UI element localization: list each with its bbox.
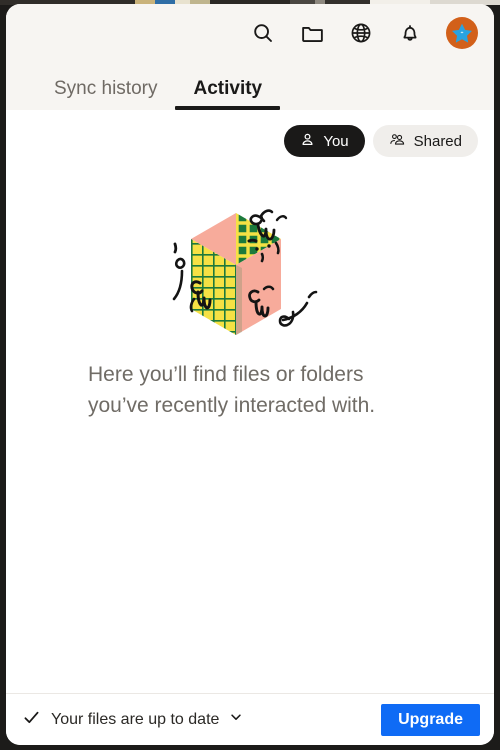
filter-pill-you[interactable]: You: [284, 125, 365, 157]
filter-pill-shared[interactable]: Shared: [372, 125, 478, 157]
check-icon: [22, 708, 41, 732]
tab-sync-history[interactable]: Sync history: [36, 79, 175, 110]
folder-icon[interactable]: [299, 20, 325, 46]
toolbar: [6, 4, 494, 62]
sync-status-button[interactable]: Your files are up to date: [22, 708, 243, 732]
filter-pill-shared-label: Shared: [413, 132, 462, 150]
person-icon: [300, 132, 315, 151]
star-icon: [452, 23, 472, 43]
empty-state: Here you’ll find files or folders you’ve…: [6, 157, 494, 693]
empty-state-message: Here you’ll find files or folders you’ve…: [88, 363, 376, 418]
tab-activity-label: Activity: [193, 78, 263, 99]
status-bar: Your files are up to date Upgrade: [6, 693, 494, 745]
bell-icon[interactable]: [397, 20, 423, 46]
header: Sync history Activity: [6, 4, 494, 110]
main-content: You Shared Here you’ll find files or fol…: [6, 110, 494, 693]
upgrade-button[interactable]: Upgrade: [381, 703, 480, 736]
tab-activity[interactable]: Activity: [175, 79, 280, 110]
tab-sync-history-label: Sync history: [54, 78, 158, 99]
people-icon: [389, 132, 406, 151]
tab-bar: Sync history Activity: [6, 62, 494, 110]
app-window: Sync history Activity You Shared Here yo…: [6, 4, 494, 745]
sync-status-label: Your files are up to date: [51, 710, 220, 728]
globe-icon[interactable]: [348, 20, 374, 46]
avatar[interactable]: [446, 17, 478, 49]
filter-pill-you-label: You: [323, 132, 349, 150]
cube-doodle-illustration: [158, 199, 348, 349]
search-icon[interactable]: [250, 20, 276, 46]
chevron-down-icon: [229, 710, 243, 729]
filter-row: You Shared: [6, 110, 494, 157]
